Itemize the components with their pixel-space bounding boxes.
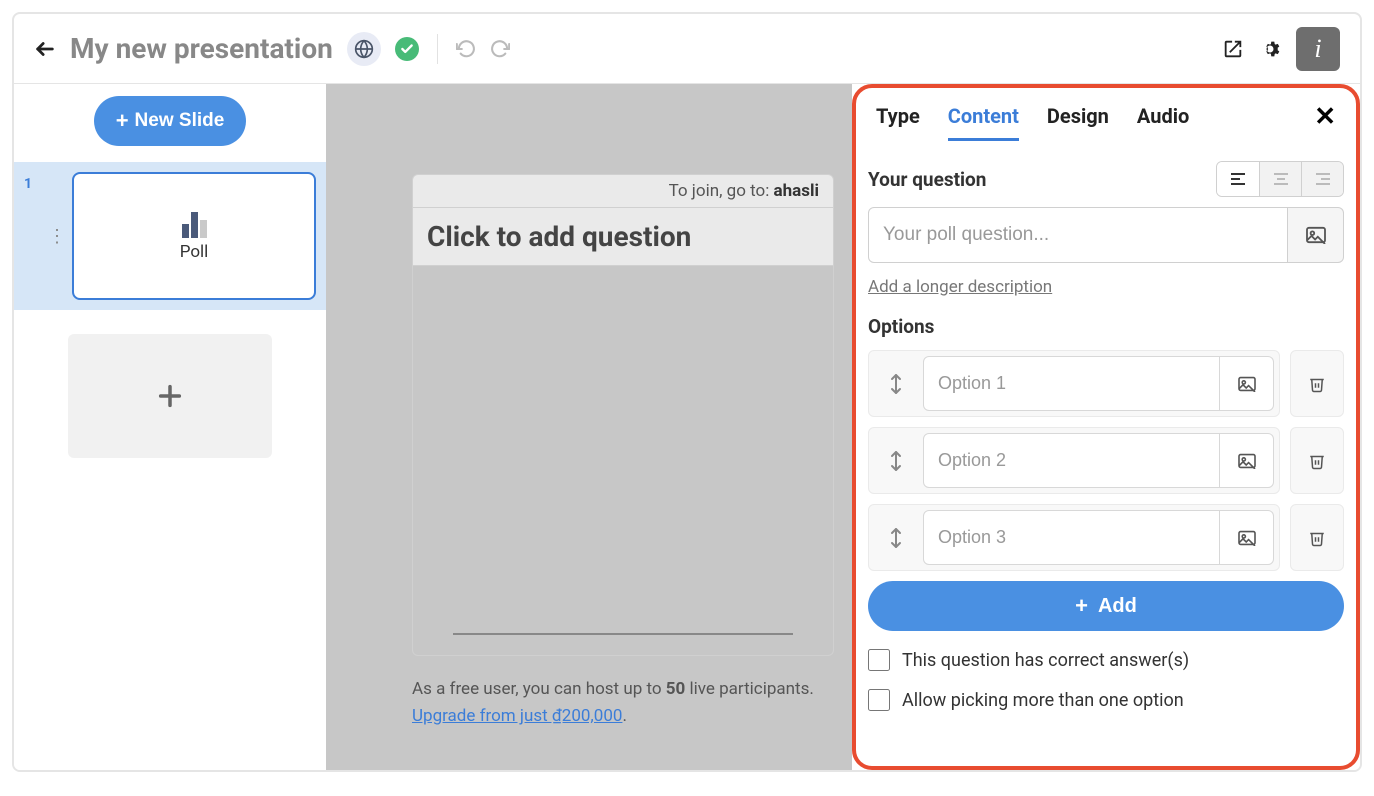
- option-image-button[interactable]: [1220, 433, 1274, 488]
- canvas-body: [412, 266, 834, 656]
- add-option-button[interactable]: + Add: [868, 581, 1344, 631]
- add-description-link[interactable]: Add a longer description: [868, 277, 1052, 297]
- presentation-title[interactable]: My new presentation: [70, 32, 333, 65]
- share-button[interactable]: [1222, 38, 1244, 60]
- tab-design[interactable]: Design: [1047, 104, 1109, 141]
- saved-check-icon: [395, 37, 419, 61]
- editor-panel: Type Content Design Audio ✕ Your questio…: [852, 84, 1360, 770]
- join-prefix: To join, go to:: [669, 181, 774, 201]
- tab-type[interactable]: Type: [876, 104, 920, 141]
- correct-answers-label[interactable]: This question has correct answer(s): [902, 650, 1189, 671]
- settings-button[interactable]: [1258, 37, 1282, 61]
- option-row: [868, 504, 1344, 571]
- align-right-button[interactable]: [1301, 162, 1343, 196]
- delete-option-button[interactable]: [1290, 350, 1344, 417]
- correct-answers-checkbox[interactable]: [868, 649, 890, 671]
- option-input[interactable]: [923, 510, 1220, 565]
- close-panel-button[interactable]: ✕: [1314, 102, 1336, 142]
- drag-handle-icon[interactable]: [869, 356, 923, 411]
- chart-baseline: [453, 633, 793, 635]
- plus-icon: +: [1075, 593, 1088, 619]
- drag-handle-icon[interactable]: [869, 510, 923, 565]
- option-image-button[interactable]: [1220, 510, 1274, 565]
- delete-option-button[interactable]: [1290, 504, 1344, 571]
- tab-content[interactable]: Content: [948, 104, 1019, 141]
- canvas-area: To join, go to: ahasli Click to add ques…: [326, 84, 852, 770]
- add-option-label: Add: [1098, 595, 1137, 618]
- slide-item[interactable]: 1 ⋮ Poll: [14, 162, 326, 310]
- panel-tabs: Type Content Design Audio ✕: [868, 84, 1344, 143]
- new-slide-label: New Slide: [135, 110, 225, 132]
- option-image-button[interactable]: [1220, 356, 1274, 411]
- multi-pick-checkbox[interactable]: [868, 689, 890, 711]
- plus-icon: +: [116, 108, 129, 134]
- slide-number: 1: [14, 172, 42, 192]
- add-slide-button[interactable]: [68, 334, 272, 458]
- info-button[interactable]: i: [1296, 27, 1340, 71]
- undo-button[interactable]: [456, 39, 476, 59]
- question-image-button[interactable]: [1288, 207, 1344, 263]
- divider: [437, 34, 438, 64]
- option-row: [868, 427, 1344, 494]
- poll-icon: [182, 210, 207, 238]
- slide-menu-icon[interactable]: ⋮: [48, 226, 66, 247]
- question-input[interactable]: [868, 207, 1288, 263]
- options-section-label: Options: [868, 315, 1344, 338]
- align-group: [1216, 161, 1344, 197]
- align-center-button[interactable]: [1259, 162, 1301, 196]
- sidebar: + New Slide 1 ⋮ Poll: [14, 84, 326, 770]
- option-input[interactable]: [923, 433, 1220, 488]
- option-row: [868, 350, 1344, 417]
- delete-option-button[interactable]: [1290, 427, 1344, 494]
- multi-pick-label[interactable]: Allow picking more than one option: [902, 690, 1184, 711]
- tab-audio[interactable]: Audio: [1137, 104, 1189, 141]
- question-section-label: Your question: [868, 168, 986, 191]
- join-bar: To join, go to: ahasli: [412, 174, 834, 208]
- topbar: My new presentation i: [14, 14, 1360, 84]
- question-input-canvas[interactable]: Click to add question: [412, 208, 834, 266]
- back-button[interactable]: [34, 38, 56, 60]
- join-domain: ahasli: [774, 181, 819, 201]
- redo-button[interactable]: [490, 39, 510, 59]
- slide-thumbnail[interactable]: Poll: [72, 172, 316, 300]
- option-input[interactable]: [923, 356, 1220, 411]
- drag-handle-icon[interactable]: [869, 433, 923, 488]
- align-left-button[interactable]: [1217, 162, 1259, 196]
- upgrade-link[interactable]: Upgrade from just ₫200,000: [412, 706, 622, 726]
- canvas-footer: As a free user, you can host up to 50 li…: [326, 656, 852, 750]
- new-slide-button[interactable]: + New Slide: [94, 96, 247, 146]
- slide-type-label: Poll: [180, 242, 209, 262]
- globe-icon[interactable]: [347, 32, 381, 66]
